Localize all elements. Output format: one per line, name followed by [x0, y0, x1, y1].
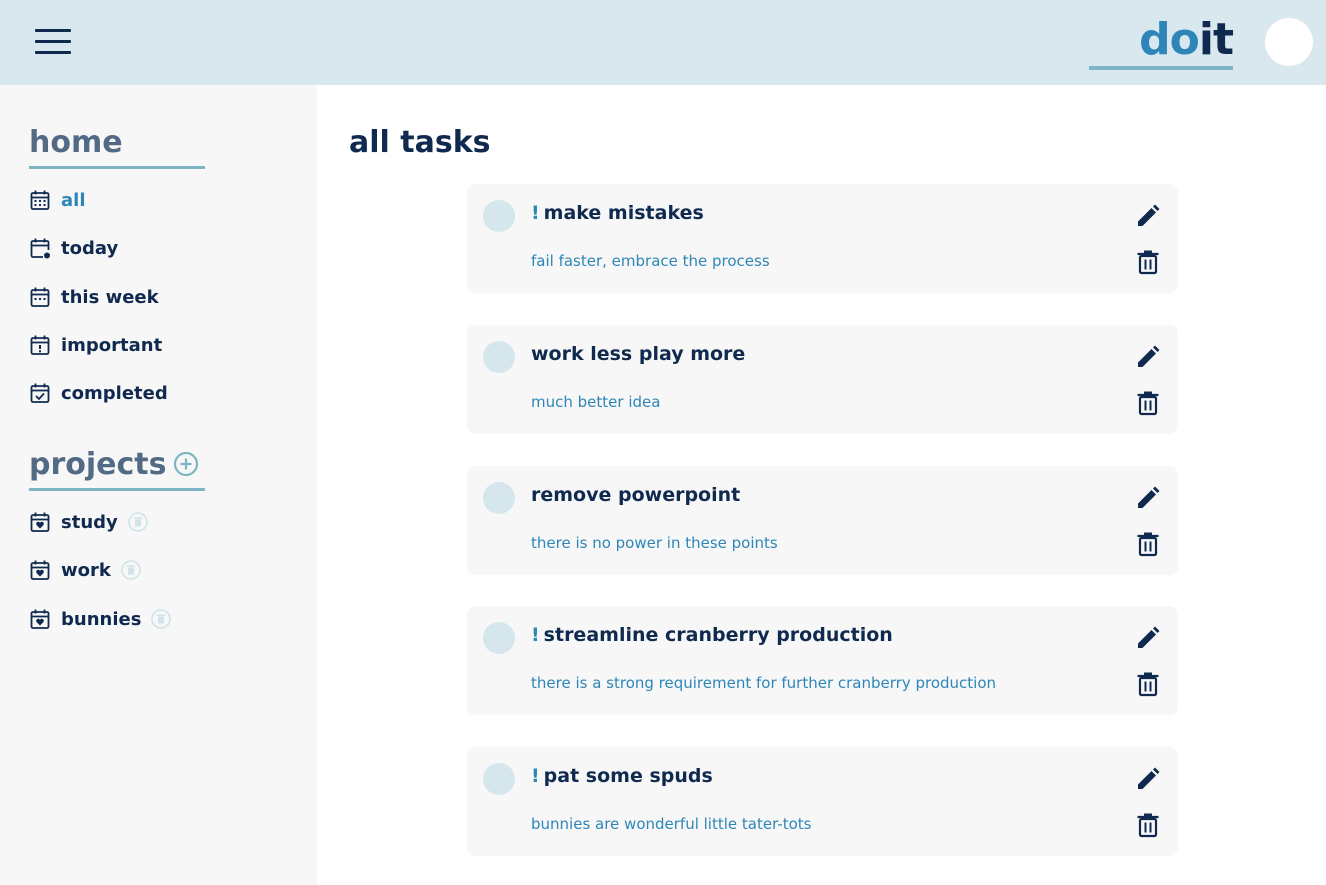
calendar-check-icon [30, 383, 50, 403]
task-card: remove powerpoint there is no power in t… [467, 466, 1178, 575]
task-title-text: make mistakes [543, 202, 704, 224]
calendar-heart-icon [30, 560, 50, 580]
trash-icon[interactable] [1135, 531, 1161, 557]
logo-do: do [1139, 14, 1200, 65]
pencil-icon[interactable] [1135, 485, 1161, 511]
trash-icon[interactable] [1135, 249, 1161, 275]
task-title[interactable]: work less play more [531, 343, 745, 365]
task-title-text: remove powerpoint [531, 484, 741, 506]
task-complete-checkbox[interactable] [483, 341, 515, 373]
pencil-icon[interactable] [1135, 625, 1161, 651]
sidebar-project-bunnies[interactable]: bunnies [29, 603, 289, 635]
task-card: work less play more much better idea [467, 325, 1178, 434]
task-title-text: pat some spuds [543, 765, 713, 787]
task-description: bunnies are wonderful little tater-tots [531, 815, 812, 833]
page-title: all tasks [349, 125, 491, 160]
task-complete-checkbox[interactable] [483, 763, 515, 795]
projects-title-text: projects [29, 447, 167, 482]
pencil-icon[interactable] [1135, 766, 1161, 792]
trash-icon[interactable] [1135, 390, 1161, 416]
calendar-today-icon [30, 238, 50, 259]
sidebar-item-label: important [61, 334, 163, 356]
task-title[interactable]: remove powerpoint [531, 484, 740, 506]
sidebar-project-study[interactable]: study [29, 506, 289, 538]
sidebar-item-label: completed [61, 382, 168, 404]
task-description: much better idea [531, 393, 661, 411]
important-marker: ! [531, 624, 540, 646]
app-header: doit [0, 0, 1326, 85]
calendar-heart-icon [30, 512, 50, 532]
calendar-important-icon [30, 335, 50, 355]
sidebar-item-label: today [61, 237, 119, 259]
logo-it: it [1198, 14, 1234, 65]
important-marker: ! [531, 202, 540, 224]
task-card: ! make mistakes fail faster, embrace the … [467, 184, 1178, 293]
hamburger-menu-icon[interactable] [35, 29, 71, 55]
task-description: there is a strong requirement for furthe… [531, 674, 997, 692]
project-label: study [61, 511, 118, 533]
important-marker: ! [531, 765, 540, 787]
delete-project-icon[interactable] [121, 560, 141, 580]
trash-icon[interactable] [1135, 671, 1161, 697]
sidebar-item-label: this week [61, 286, 159, 308]
task-complete-checkbox[interactable] [483, 622, 515, 654]
app-logo[interactable]: doit [1089, 14, 1234, 70]
sidebar: home all today this week important compl… [0, 85, 317, 885]
task-title-text: work less play more [531, 343, 746, 365]
pencil-icon[interactable] [1135, 203, 1161, 229]
calendar-grid-icon [30, 190, 50, 210]
sidebar-item-all[interactable]: all [29, 184, 289, 216]
task-card: ! streamline cranberry production there i… [467, 606, 1178, 715]
delete-project-icon[interactable] [151, 609, 172, 629]
sidebar-item-today[interactable]: today [29, 232, 289, 264]
sidebar-project-work[interactable]: work [29, 554, 289, 586]
task-card: ! pat some spuds bunnies are wonderful li… [467, 747, 1178, 856]
calendar-week-icon [30, 287, 50, 307]
task-description: there is no power in these points [531, 534, 778, 552]
task-title[interactable]: ! streamline cranberry production [531, 624, 893, 646]
task-complete-checkbox[interactable] [483, 200, 515, 232]
project-label: work [61, 559, 111, 581]
project-label: bunnies [61, 608, 142, 630]
sidebar-item-this-week[interactable]: this week [29, 281, 289, 313]
calendar-heart-icon [30, 609, 50, 629]
task-complete-checkbox[interactable] [483, 482, 515, 514]
sidebar-item-important[interactable]: important [29, 329, 289, 361]
delete-project-icon[interactable] [127, 512, 148, 532]
projects-section-title: projects [29, 445, 205, 491]
plus-circle-icon[interactable] [173, 451, 199, 477]
avatar[interactable] [1265, 18, 1313, 66]
trash-icon[interactable] [1135, 812, 1161, 838]
task-title-text: streamline cranberry production [543, 624, 893, 646]
sidebar-item-label: all [61, 189, 86, 211]
home-section-title: home [29, 123, 205, 169]
sidebar-item-completed[interactable]: completed [29, 377, 289, 409]
pencil-icon[interactable] [1135, 344, 1161, 370]
task-description: fail faster, embrace the process [531, 252, 770, 270]
task-title[interactable]: ! make mistakes [531, 202, 704, 224]
task-title[interactable]: ! pat some spuds [531, 765, 713, 787]
